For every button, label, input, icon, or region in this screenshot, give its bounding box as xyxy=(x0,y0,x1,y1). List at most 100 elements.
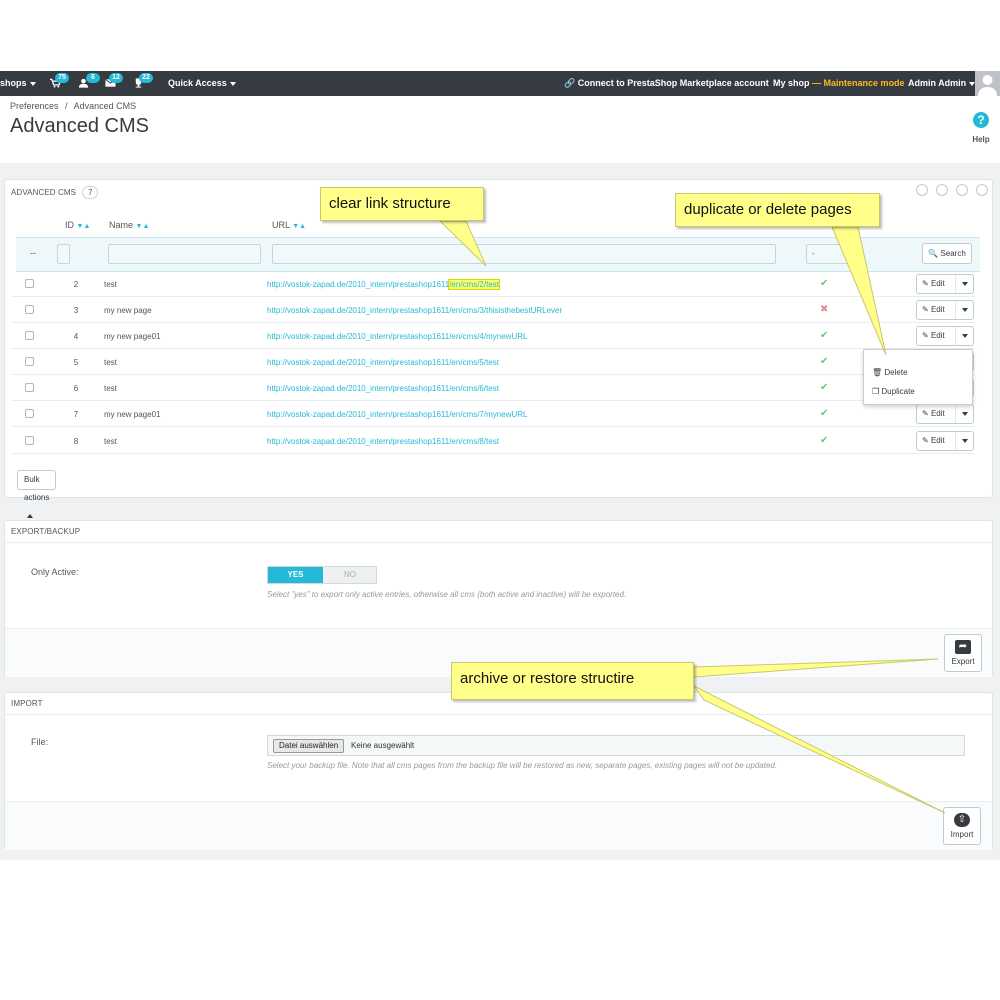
row-checkbox[interactable] xyxy=(25,305,34,314)
row-url-link[interactable]: http://vostok-zapad.de/2010_intern/prest… xyxy=(267,279,500,290)
toggle-no[interactable]: NO xyxy=(323,567,377,583)
row-checkbox[interactable] xyxy=(25,357,34,366)
sort-icon[interactable]: ▼▲ xyxy=(136,223,150,230)
column-header-name[interactable]: Name ▼▲ xyxy=(109,220,149,230)
edit-dropdown-toggle[interactable] xyxy=(955,432,973,450)
edit-button[interactable]: ✎ Edit xyxy=(916,404,974,424)
sql-query-icon[interactable] xyxy=(955,184,968,197)
row-url-path: /en/cms/2/test xyxy=(448,279,500,290)
column-header-id[interactable]: ID ▼▲ xyxy=(65,220,90,230)
row-url-link[interactable]: http://vostok-zapad.de/2010_intern/prest… xyxy=(267,384,499,393)
toggle-yes[interactable]: YES xyxy=(268,567,323,583)
search-icon: 🔍 xyxy=(928,249,939,258)
check-icon[interactable]: ✔ xyxy=(820,408,828,419)
row-url-base: http://vostok-zapad.de/2010_intern/prest… xyxy=(267,332,450,341)
edit-dropdown-toggle[interactable] xyxy=(955,327,973,345)
row-checkbox[interactable] xyxy=(25,383,34,392)
column-header-url[interactable]: URL ▼▲ xyxy=(272,220,306,230)
row-url-path: /en/cms/4/mynewURL xyxy=(449,332,528,341)
column-name-label: Name xyxy=(109,220,134,230)
row-url-link[interactable]: http://vostok-zapad.de/2010_intern/prest… xyxy=(267,306,562,315)
callout-link-structure: clear link structure xyxy=(320,187,484,221)
row-url-base: http://vostok-zapad.de/2010_intern/prest… xyxy=(267,384,450,393)
edit-button-label: ✎ Edit xyxy=(922,405,945,423)
file-label: File: xyxy=(31,737,49,747)
database-icon[interactable] xyxy=(976,184,988,197)
search-button[interactable]: 🔍 Search xyxy=(922,243,972,264)
shop-status[interactable]: My shop — Maintenance mode xyxy=(773,71,905,96)
check-icon[interactable]: ✔ xyxy=(820,356,828,367)
check-icon[interactable]: ✔ xyxy=(820,382,828,393)
chevron-down-icon xyxy=(961,281,968,286)
table-row: 4 my new page01 http://vostok-zapad.de/201… xyxy=(11,323,975,349)
maintenance-mode-label: Maintenance mode xyxy=(823,78,905,88)
breadcrumb-parent[interactable]: Preferences xyxy=(10,101,59,111)
add-icon[interactable] xyxy=(915,184,928,197)
row-url-link[interactable]: http://vostok-zapad.de/2010_intern/prest… xyxy=(267,358,499,367)
edit-button[interactable]: ✎ Edit xyxy=(916,300,974,320)
shops-menu[interactable]: shops xyxy=(0,71,36,96)
filter-url-input[interactable] xyxy=(272,244,776,264)
row-id: 4 xyxy=(73,332,79,341)
duplicate-menu-item[interactable]: ❐ Duplicate xyxy=(872,387,915,396)
import-button[interactable]: ⇧ Import xyxy=(943,807,981,845)
chevron-up-icon xyxy=(27,513,33,518)
row-url-link[interactable]: http://vostok-zapad.de/2010_intern/prest… xyxy=(267,437,499,446)
row-checkbox[interactable] xyxy=(25,279,34,288)
quick-access-menu[interactable]: Quick Access xyxy=(168,71,236,96)
filter-name-input[interactable] xyxy=(108,244,261,264)
check-icon[interactable]: ✔ xyxy=(820,330,828,341)
edit-dropdown-toggle[interactable] xyxy=(955,405,973,423)
refresh-icon[interactable] xyxy=(935,184,948,197)
copy-icon: ❐ xyxy=(872,387,880,396)
check-icon[interactable]: ✔ xyxy=(820,278,828,289)
choose-file-button[interactable]: Datei auswählen xyxy=(273,739,345,753)
only-active-toggle[interactable]: YES NO xyxy=(267,566,377,584)
pencil-icon: ✎ xyxy=(922,305,929,314)
filter-select-value: - xyxy=(812,249,815,258)
messages-badge: 12 xyxy=(109,73,123,83)
table-row: 3 my new page http://vostok-zapad.de/2010_… xyxy=(11,297,975,323)
edit-button[interactable]: ✎ Edit xyxy=(916,326,974,346)
export-button[interactable]: ➦ Export xyxy=(944,634,982,672)
column-url-label: URL xyxy=(272,220,290,230)
list-heading: ADVANCED CMS xyxy=(11,188,77,197)
sort-icon[interactable]: ▼▲ xyxy=(292,223,306,230)
export-panel: EXPORT/BACKUP Only Active: YES NO Select… xyxy=(4,520,993,677)
file-input[interactable]: Datei auswählen Keine ausgewählt xyxy=(267,735,965,756)
breadcrumb: Preferences / Advanced CMS xyxy=(10,101,136,111)
customers-badge: 6 xyxy=(86,73,100,83)
orders-badge: 75 xyxy=(55,73,69,83)
sort-icon[interactable]: ▼▲ xyxy=(77,223,91,230)
row-checkbox[interactable] xyxy=(25,436,34,445)
edit-dropdown-toggle[interactable] xyxy=(955,275,973,293)
row-url-link[interactable]: http://vostok-zapad.de/2010_intern/prest… xyxy=(267,410,527,419)
filter-dash: -- xyxy=(30,248,36,258)
chevron-down-icon xyxy=(29,81,36,86)
delete-menu-item[interactable]: 🗑 Delete xyxy=(872,368,908,377)
row-checkbox[interactable] xyxy=(25,409,34,418)
row-name: test xyxy=(104,384,117,393)
bulk-actions-button[interactable]: Bulk actions xyxy=(17,470,57,518)
edit-button[interactable]: ✎ Edit xyxy=(916,274,974,294)
edit-label: Edit xyxy=(930,331,945,340)
pencil-icon: ✎ xyxy=(922,279,929,288)
share-icon: ➦ xyxy=(955,640,971,654)
cross-icon[interactable]: ✖ xyxy=(820,304,828,315)
admin-menu[interactable]: Admin Admin xyxy=(908,71,976,96)
edit-button[interactable]: ✎ Edit xyxy=(916,431,974,451)
help-button[interactable]: ? Help xyxy=(966,112,996,144)
row-url-path: /en/cms/6/test xyxy=(449,384,499,393)
row-checkbox[interactable] xyxy=(25,331,34,340)
avatar[interactable] xyxy=(975,71,1000,96)
marketplace-link[interactable]: 🔗 Connect to PrestaShop Marketplace acco… xyxy=(564,71,769,96)
row-url-link[interactable]: http://vostok-zapad.de/2010_intern/prest… xyxy=(267,332,527,341)
row-id: 5 xyxy=(73,358,79,367)
edit-dropdown-toggle[interactable] xyxy=(955,301,973,319)
row-id: 6 xyxy=(73,384,79,393)
filter-active-select[interactable]: - xyxy=(806,244,860,264)
edit-button-label: ✎ Edit xyxy=(922,327,945,345)
filter-id-input[interactable] xyxy=(57,244,70,264)
check-icon[interactable]: ✔ xyxy=(820,435,828,446)
edit-label: Edit xyxy=(930,305,945,314)
